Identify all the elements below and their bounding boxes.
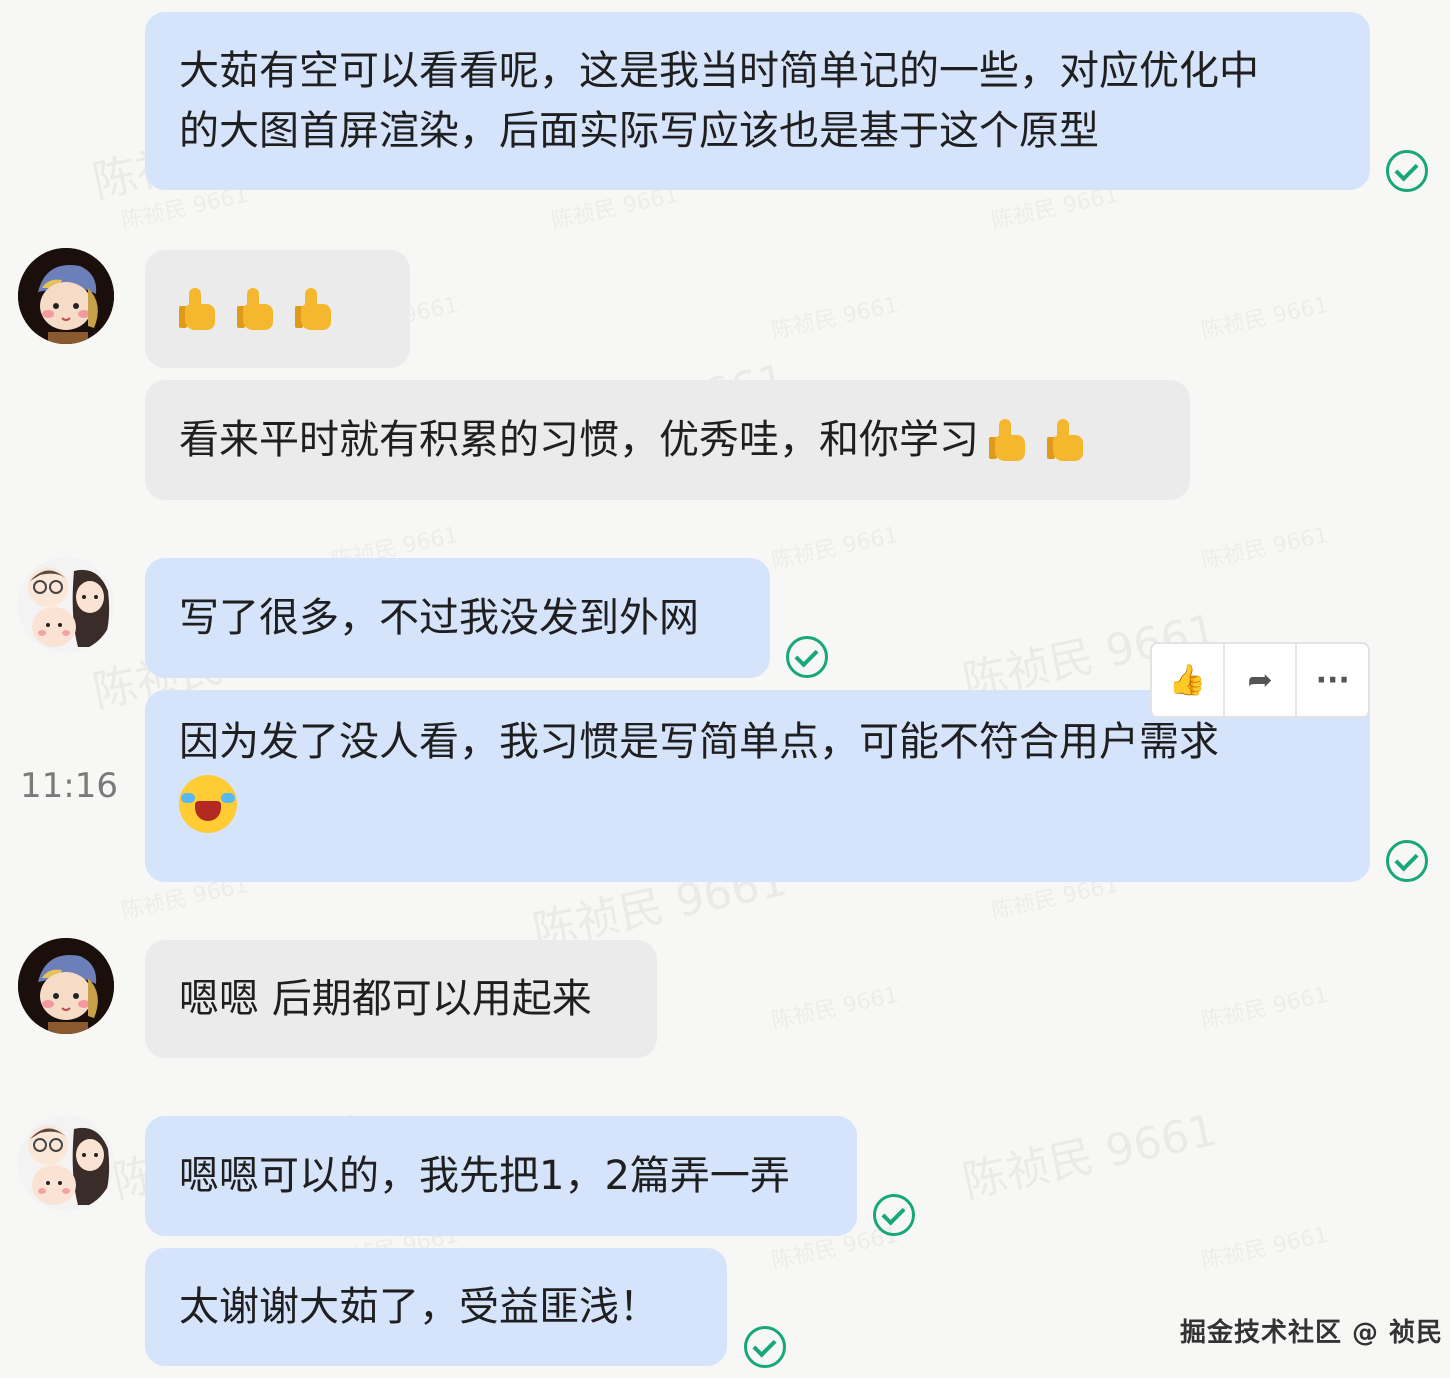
avatar-couple-icon: [18, 1115, 114, 1211]
more-icon: ···: [1315, 662, 1350, 698]
message-bubble[interactable]: 嗯嗯可以的，我先把1，2篇弄一弄: [145, 1116, 857, 1236]
avatar-girl-icon: [18, 248, 114, 344]
read-check-icon: [873, 1194, 915, 1236]
message-text: 嗯嗯可以的，我先把1，2篇弄一弄: [179, 1153, 790, 1199]
avatar-couple-icon: [18, 557, 114, 653]
avatar[interactable]: [18, 557, 114, 653]
message-bubble[interactable]: 大茹有空可以看看呢，这是我当时简单记的一些，对应优化中 的大图首屏渲染，后面实际…: [145, 12, 1370, 190]
watermark: 陈祯民 9661: [1198, 977, 1331, 1035]
forward-button[interactable]: ➦: [1225, 644, 1298, 716]
message-text: 大茹有空可以看看呢，这是我当时简单记的一些，对应优化中 的大图首屏渲染，后面实际…: [179, 48, 1259, 154]
message-text: 写了很多，不过我没发到外网: [179, 595, 699, 641]
message-bubble[interactable]: 看来平时就有积累的习惯，优秀哇，和你学习: [145, 380, 1190, 500]
message-action-toolbar: 👍 ➦ ···: [1150, 642, 1370, 718]
avatar[interactable]: [18, 248, 114, 344]
like-button[interactable]: 👍: [1152, 644, 1225, 716]
read-check-icon: [786, 636, 828, 678]
watermark: 陈祯民 9661: [1198, 1217, 1331, 1275]
message-bubble[interactable]: [145, 250, 410, 368]
watermark: 陈祯民 9661: [768, 287, 901, 345]
watermark: 陈祯民 9661: [958, 1104, 1222, 1209]
read-check-icon: [744, 1326, 786, 1368]
message-text: 嗯嗯 后期都可以用起来: [179, 976, 592, 1022]
more-button[interactable]: ···: [1297, 644, 1368, 716]
thumbs-up-icon: [237, 286, 279, 332]
watermark: 陈祯民 9661: [768, 517, 901, 575]
watermark: 陈祯民 9661: [768, 977, 901, 1035]
message-bubble[interactable]: 写了很多，不过我没发到外网: [145, 558, 770, 678]
message-bubble[interactable]: 太谢谢大茹了，受益匪浅！: [145, 1248, 727, 1366]
read-check-icon: [1386, 150, 1428, 192]
source-credit: 掘金技术社区 @ 祯民: [1180, 1318, 1444, 1348]
message-timestamp: 11:16: [20, 766, 118, 806]
watermark: 陈祯民 9661: [1198, 517, 1331, 575]
avatar[interactable]: [18, 1115, 114, 1211]
thumbs-up-icon: [295, 286, 337, 332]
message-text: 看来平时就有积累的习惯，优秀哇，和你学习: [179, 417, 979, 463]
watermark: 陈祯民 9661: [1198, 287, 1331, 345]
message-bubble[interactable]: 嗯嗯 后期都可以用起来: [145, 940, 657, 1058]
avatar[interactable]: [18, 938, 114, 1034]
thumbs-up-icon: 👍: [1168, 662, 1207, 698]
thumbs-up-icon: [179, 286, 221, 332]
read-check-icon: [1386, 840, 1428, 882]
message-text: 太谢谢大茹了，受益匪浅！: [179, 1284, 659, 1330]
crying-laughing-emoji-icon: [179, 775, 237, 833]
thumbs-up-icon: [989, 417, 1031, 463]
thumbs-up-icon: [1047, 417, 1089, 463]
message-bubble[interactable]: 因为发了没人看，我习惯是写简单点，可能不符合用户需求: [145, 690, 1370, 882]
message-text: 因为发了没人看，我习惯是写简单点，可能不符合用户需求: [179, 719, 1219, 765]
forward-icon: ➦: [1247, 662, 1273, 698]
avatar-girl-icon: [18, 938, 114, 1034]
